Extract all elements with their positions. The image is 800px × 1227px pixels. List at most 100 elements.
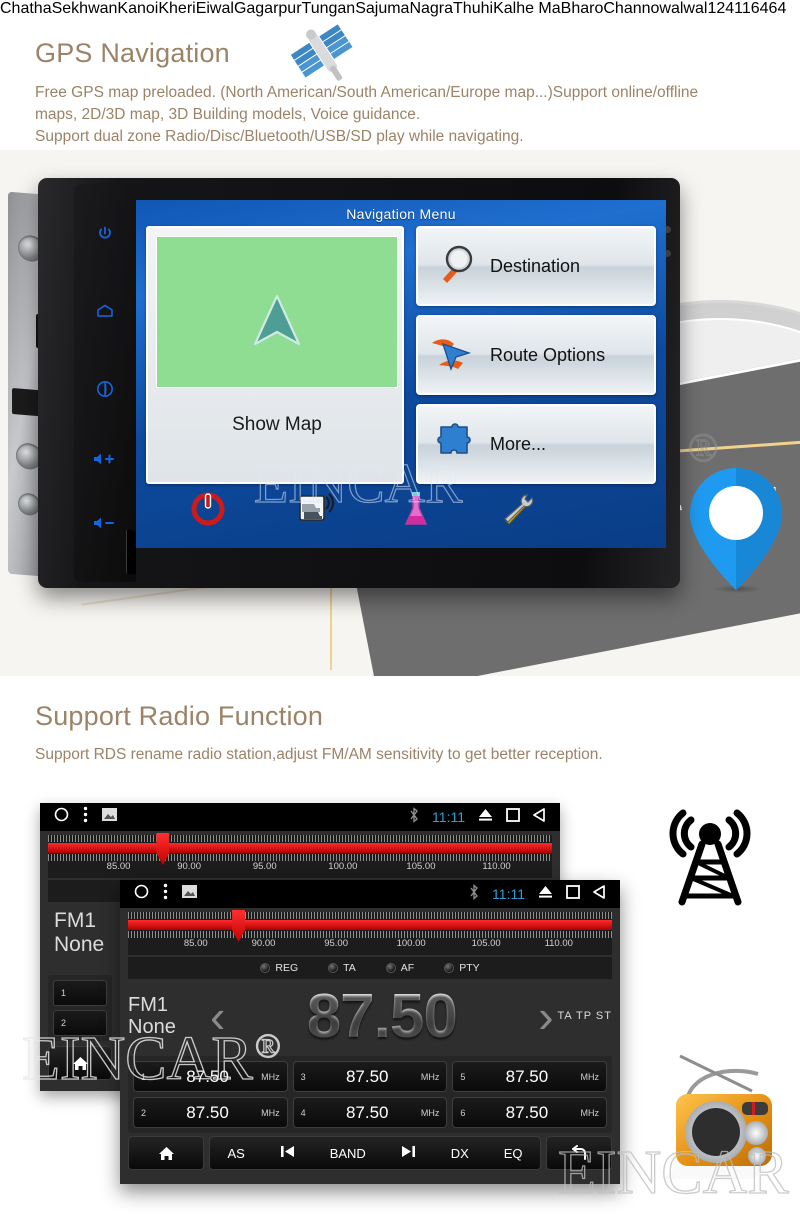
show-map-button[interactable]: Show Map <box>146 226 404 484</box>
preset-button-4[interactable]: 4 87.50 MHz <box>292 1097 448 1128</box>
map-place-label: Chatha <box>0 0 52 17</box>
preset-button-6[interactable]: 6 87.50 MHz <box>452 1097 607 1128</box>
image-icon[interactable] <box>102 808 117 826</box>
band-display-front[interactable]: FM1 None <box>128 994 210 1039</box>
tools-icon[interactable] <box>496 492 540 536</box>
tuner-tick: 100.00 <box>328 861 358 872</box>
eject-icon[interactable] <box>478 808 493 826</box>
radio-function-bar[interactable]: AS BAND DX EQ <box>209 1136 541 1170</box>
rds-flag-af[interactable]: AF <box>385 962 415 974</box>
image-icon[interactable] <box>182 885 197 903</box>
back-triangle-icon[interactable] <box>593 884 607 904</box>
auto-store-button[interactable]: AS <box>227 1146 244 1161</box>
rds-led-icon <box>328 963 339 973</box>
power-button[interactable] <box>74 226 136 245</box>
band-button[interactable]: BAND <box>330 1146 366 1161</box>
circle-icon[interactable] <box>54 807 69 827</box>
home-button[interactable] <box>128 1136 204 1170</box>
chevron-left-icon[interactable]: ‹ <box>210 989 225 1043</box>
band-label-back: FM1 <box>54 909 96 932</box>
preset-frequency: 87.50 <box>505 1066 549 1086</box>
navigation-screen[interactable]: Navigation Menu Show Map Destination Rou… <box>136 200 666 548</box>
traffic-info-icon[interactable] <box>296 492 340 536</box>
map-place-label: Kalhe Ma <box>493 0 561 17</box>
page-title: GPS Navigation <box>35 38 230 68</box>
status-clock-back: 11:11 <box>432 809 465 825</box>
band-display-back[interactable]: FM1 None <box>54 909 104 956</box>
rds-flags-front[interactable]: REG TA AF PTY <box>128 957 612 979</box>
home-button[interactable] <box>74 304 136 321</box>
frequency-row-front: FM1 None ‹ 87.50 › TA TP ST <box>128 982 612 1051</box>
chevron-right-icon[interactable]: › <box>538 989 553 1043</box>
home-icon <box>72 1056 88 1070</box>
eject-icon[interactable] <box>538 885 553 903</box>
radio-tower-icon <box>655 806 765 916</box>
tuner-strip-front[interactable]: 85.00 90.00 95.00 100.00 105.00 110.00 <box>128 910 612 955</box>
tuner-tick: 90.00 <box>251 938 276 949</box>
preset-button-2[interactable]: 2 87.50 MHz <box>133 1097 288 1128</box>
preset-button-5[interactable]: 5 87.50 MHz <box>452 1061 607 1092</box>
back-button[interactable] <box>546 1136 612 1170</box>
route-options-button[interactable]: Route Options <box>416 315 656 395</box>
rds-flag-reg[interactable]: REG <box>260 962 298 974</box>
rds-led-icon <box>444 963 455 973</box>
map-route-shield: 64 <box>768 0 787 17</box>
kebab-menu-icon[interactable] <box>83 806 88 828</box>
destination-button[interactable]: Destination <box>416 226 656 306</box>
map-place-label: wal <box>659 0 684 17</box>
square-home-icon[interactable] <box>566 884 580 904</box>
map-route-shield: 11 <box>734 0 751 17</box>
tuner-strip-back[interactable]: 85.00 90.00 95.00 100.00 105.00 110.00 <box>48 833 552 878</box>
circle-icon[interactable] <box>134 884 149 904</box>
tuner-ruler-front[interactable] <box>128 910 612 942</box>
navigation-menu-title: Navigation Menu <box>346 206 456 222</box>
preset-button-3[interactable]: 3 87.50 MHz <box>292 1061 448 1092</box>
flask-icon[interactable] <box>394 492 438 536</box>
rds-flag-label: TA <box>343 962 356 974</box>
volume-up-button[interactable] <box>74 452 136 469</box>
preset-button-1[interactable]: 1 87.50 MHz <box>133 1061 288 1092</box>
tuner-ruler-back[interactable] <box>48 833 552 865</box>
android-status-bar-back[interactable]: 11:11 <box>40 803 560 831</box>
back-triangle-icon[interactable] <box>533 807 547 827</box>
map-place-label: wal <box>683 0 708 17</box>
map-place-label: Sekhwan <box>51 0 118 17</box>
map-place-label: Sajuma <box>355 0 410 17</box>
rds-flag-ta[interactable]: TA <box>328 962 356 974</box>
navigation-tray[interactable] <box>146 492 656 542</box>
return-arrow-icon <box>572 1145 586 1160</box>
kebab-menu-icon[interactable] <box>163 883 168 905</box>
map-place-label: Channo <box>603 0 660 17</box>
rds-flag-label: AF <box>400 962 415 974</box>
rds-flag-pty[interactable]: PTY <box>444 962 480 974</box>
radio-toolbar[interactable]: AS BAND DX EQ <box>128 1136 612 1170</box>
power-off-icon[interactable] <box>186 492 230 536</box>
next-track-icon[interactable] <box>401 1145 416 1161</box>
android-status-bar-front[interactable]: 11:11 <box>120 880 620 908</box>
display-mode-button[interactable] <box>74 380 136 401</box>
preset-column-back[interactable]: 1 2 <box>48 975 112 1041</box>
destination-label: Destination <box>490 255 581 276</box>
preset-grid[interactable]: 1 87.50 MHz 3 87.50 MHz 5 87.50 MHz 2 87… <box>128 1056 612 1133</box>
head-unit-button-panel[interactable] <box>74 184 136 582</box>
square-home-icon[interactable] <box>506 807 520 827</box>
tuner-tick: 90.00 <box>177 861 201 872</box>
tuner-tick: 105.00 <box>406 861 436 872</box>
radio-section-title: Support Radio Function <box>35 701 324 731</box>
home-button-back[interactable] <box>48 1046 112 1080</box>
more-button[interactable]: More... <box>416 404 656 484</box>
side-preset-1[interactable]: 1 <box>53 980 107 1006</box>
magnifier-icon <box>418 243 490 290</box>
dx-button[interactable]: DX <box>451 1146 469 1161</box>
preset-frequency: 87.50 <box>186 1066 229 1086</box>
eq-button[interactable]: EQ <box>504 1146 523 1161</box>
side-preset-2[interactable]: 2 <box>53 1010 107 1036</box>
radio-screen-front[interactable]: 11:11 85.00 90.00 95.00 100.00 105.00 11… <box>120 880 620 1184</box>
bluetooth-icon <box>469 883 479 905</box>
map-route-shield: 64 <box>750 0 769 17</box>
route-arrow-icon <box>418 331 490 380</box>
gps-navigation-section: GPS Navigation Free GPS map preloaded. (… <box>0 0 800 676</box>
preset-number: 4 <box>300 1107 306 1118</box>
previous-track-icon[interactable] <box>280 1145 295 1161</box>
frequency-display: 87.50 <box>229 981 534 1052</box>
